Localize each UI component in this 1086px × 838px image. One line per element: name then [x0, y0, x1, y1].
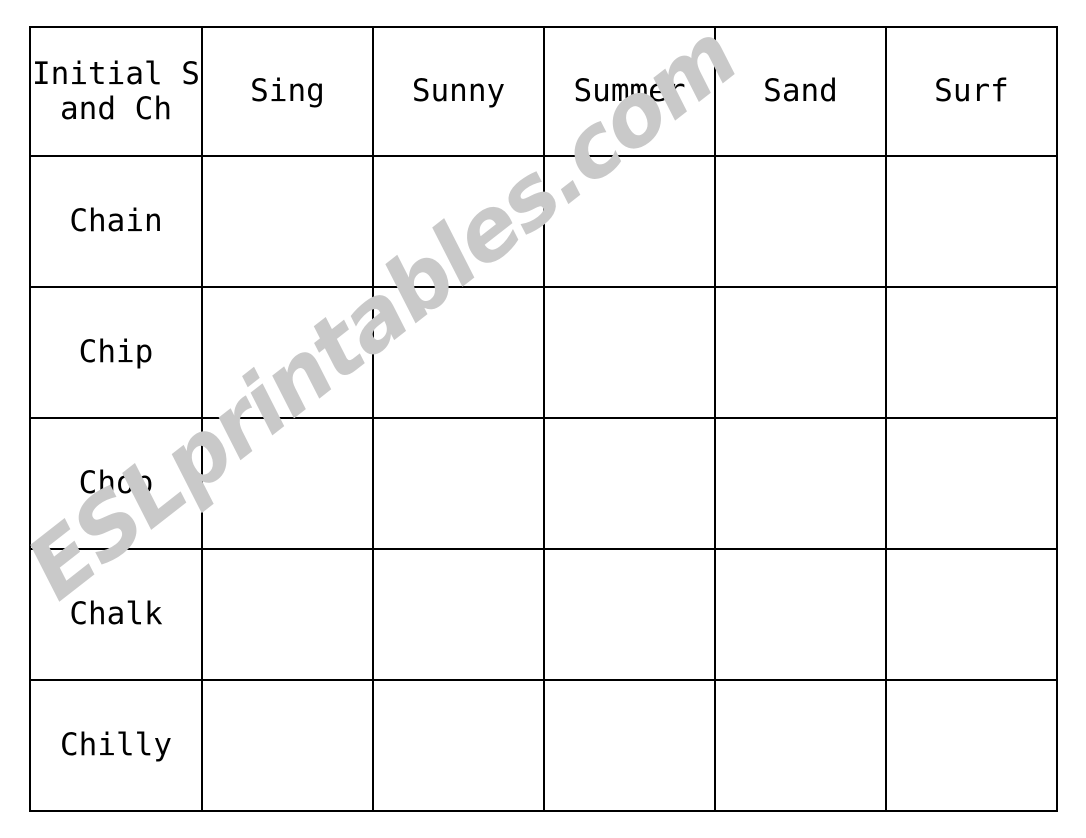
answer-cell[interactable] [885, 679, 1058, 812]
answer-cell[interactable] [201, 417, 374, 550]
answer-cell[interactable] [885, 417, 1058, 550]
corner-header-cell: Initial S and Ch [29, 26, 203, 157]
row-label-chilly: Chilly [29, 679, 203, 812]
answer-cell[interactable] [372, 417, 545, 550]
answer-cell[interactable] [543, 155, 716, 288]
answer-cell[interactable] [201, 155, 374, 288]
table-header-row: Initial S and Ch Sing Sunny Summer Sand … [29, 26, 1058, 157]
answer-cell[interactable] [714, 286, 887, 419]
row-label-chop: Chop [29, 417, 203, 550]
answer-cell[interactable] [714, 417, 887, 550]
table-row: Chalk [29, 548, 1058, 681]
answer-cell[interactable] [372, 155, 545, 288]
row-label-chalk: Chalk [29, 548, 203, 681]
answer-cell[interactable] [714, 679, 887, 812]
answer-cell[interactable] [543, 548, 716, 681]
row-label-chain: Chain [29, 155, 203, 288]
answer-cell[interactable] [201, 679, 374, 812]
answer-cell[interactable] [543, 417, 716, 550]
column-header-sunny: Sunny [372, 26, 545, 157]
initial-sounds-table: Initial S and Ch Sing Sunny Summer Sand … [29, 26, 1058, 812]
answer-cell[interactable] [543, 679, 716, 812]
answer-cell[interactable] [885, 548, 1058, 681]
column-header-summer: Summer [543, 26, 716, 157]
answer-cell[interactable] [714, 548, 887, 681]
answer-cell[interactable] [372, 286, 545, 419]
answer-cell[interactable] [885, 155, 1058, 288]
answer-cell[interactable] [543, 286, 716, 419]
worksheet-page: Initial S and Ch Sing Sunny Summer Sand … [0, 0, 1086, 838]
column-header-sing: Sing [201, 26, 374, 157]
table-row: Chop [29, 417, 1058, 550]
table-row: Chain [29, 155, 1058, 288]
answer-cell[interactable] [372, 548, 545, 681]
answer-cell[interactable] [372, 679, 545, 812]
row-label-chip: Chip [29, 286, 203, 419]
table-body: Initial S and Ch Sing Sunny Summer Sand … [29, 26, 1058, 812]
answer-cell[interactable] [885, 286, 1058, 419]
answer-cell[interactable] [201, 548, 374, 681]
answer-cell[interactable] [714, 155, 887, 288]
answer-cell[interactable] [201, 286, 374, 419]
table-row: Chilly [29, 679, 1058, 812]
column-header-sand: Sand [714, 26, 887, 157]
table-row: Chip [29, 286, 1058, 419]
column-header-surf: Surf [885, 26, 1058, 157]
